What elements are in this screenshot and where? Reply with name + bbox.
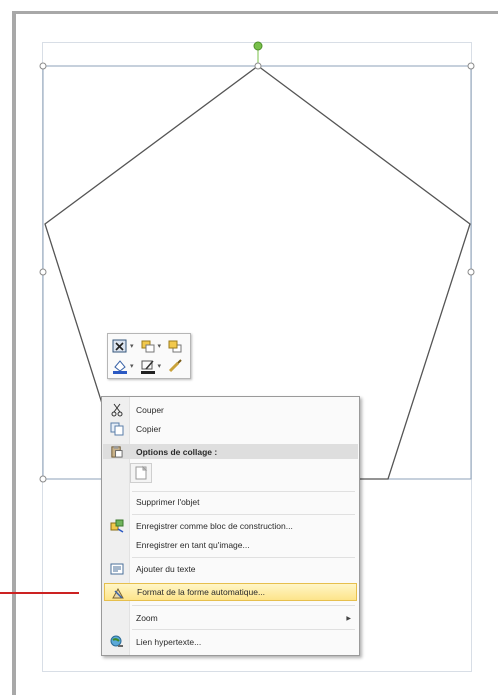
- menu-separator: [132, 557, 355, 558]
- menu-separator: [132, 605, 355, 606]
- resize-handle-top[interactable]: [254, 62, 262, 70]
- text-wrap-icon[interactable]: [112, 338, 128, 354]
- copy-icon: [110, 422, 124, 436]
- shape-outline-icon[interactable]: [140, 358, 156, 374]
- format-painter-icon[interactable]: [167, 358, 183, 374]
- chevron-down-icon[interactable]: ▾: [130, 342, 134, 350]
- resize-handle-right[interactable]: [467, 268, 475, 276]
- chevron-down-icon[interactable]: ▾: [158, 362, 162, 370]
- menu-item-cut[interactable]: Couper: [104, 401, 357, 419]
- chevron-down-icon[interactable]: ▾: [130, 362, 134, 370]
- chevron-right-icon: ▶: [346, 615, 351, 622]
- menu-item-delete-object[interactable]: Supprimer l'objet: [104, 493, 357, 511]
- text-box-icon: [110, 562, 124, 576]
- menu-item-copy[interactable]: Copier: [104, 420, 357, 438]
- context-menu: Couper Copier Options de collage : Suppr…: [101, 396, 360, 656]
- paste-keep-picture-button[interactable]: [130, 463, 152, 483]
- chevron-down-icon[interactable]: ▾: [158, 342, 162, 350]
- menu-item-save-as-image[interactable]: Enregistrer en tant qu'image...: [104, 536, 357, 554]
- menu-item-label: Zoom: [136, 613, 158, 623]
- menu-separator: [132, 491, 355, 492]
- menu-item-zoom[interactable]: Zoom ▶: [104, 609, 357, 627]
- paste-options-header: Options de collage :: [103, 444, 358, 459]
- format-shape-icon: [111, 586, 125, 600]
- menu-item-label: Lien hypertexte...: [136, 637, 202, 647]
- resize-handle-left[interactable]: [39, 268, 47, 276]
- menu-item-label: Couper: [136, 405, 164, 415]
- menu-item-label: Format de la forme automatique...: [137, 587, 266, 597]
- shape-fill-icon[interactable]: [112, 358, 128, 374]
- menu-item-hyperlink[interactable]: Lien hypertexte...: [104, 633, 357, 651]
- menu-item-save-building-block[interactable]: Enregistrer comme bloc de construction..…: [104, 517, 357, 535]
- building-block-icon: [110, 519, 124, 533]
- menu-item-label: Copier: [136, 424, 162, 434]
- callout-pointer-line: [0, 592, 79, 594]
- menu-item-label: Ajouter du texte: [136, 564, 196, 574]
- resize-handle-top-right[interactable]: [467, 62, 475, 70]
- resize-handle-bottom-left[interactable]: [39, 475, 47, 483]
- resize-handle-top-left[interactable]: [39, 62, 47, 70]
- paste-icon: [110, 445, 123, 460]
- scissors-icon: [110, 403, 124, 417]
- menu-item-add-text[interactable]: Ajouter du texte: [104, 560, 357, 578]
- menu-item-format-autoshape[interactable]: Format de la forme automatique...: [104, 583, 357, 601]
- send-backward-icon[interactable]: [167, 338, 183, 354]
- rotation-handle[interactable]: [253, 41, 263, 51]
- menu-item-label: Enregistrer en tant qu'image...: [136, 540, 250, 550]
- menu-separator: [132, 514, 355, 515]
- menu-item-label: Supprimer l'objet: [136, 497, 200, 507]
- menu-item-label: Enregistrer comme bloc de construction..…: [136, 521, 293, 531]
- hyperlink-globe-icon: [110, 635, 124, 649]
- mini-toolbar: ▾ ▾ ▾ ▾: [107, 333, 191, 379]
- bring-forward-icon[interactable]: [140, 338, 156, 354]
- paste-picture-icon: [135, 465, 148, 480]
- menu-separator: [132, 629, 355, 630]
